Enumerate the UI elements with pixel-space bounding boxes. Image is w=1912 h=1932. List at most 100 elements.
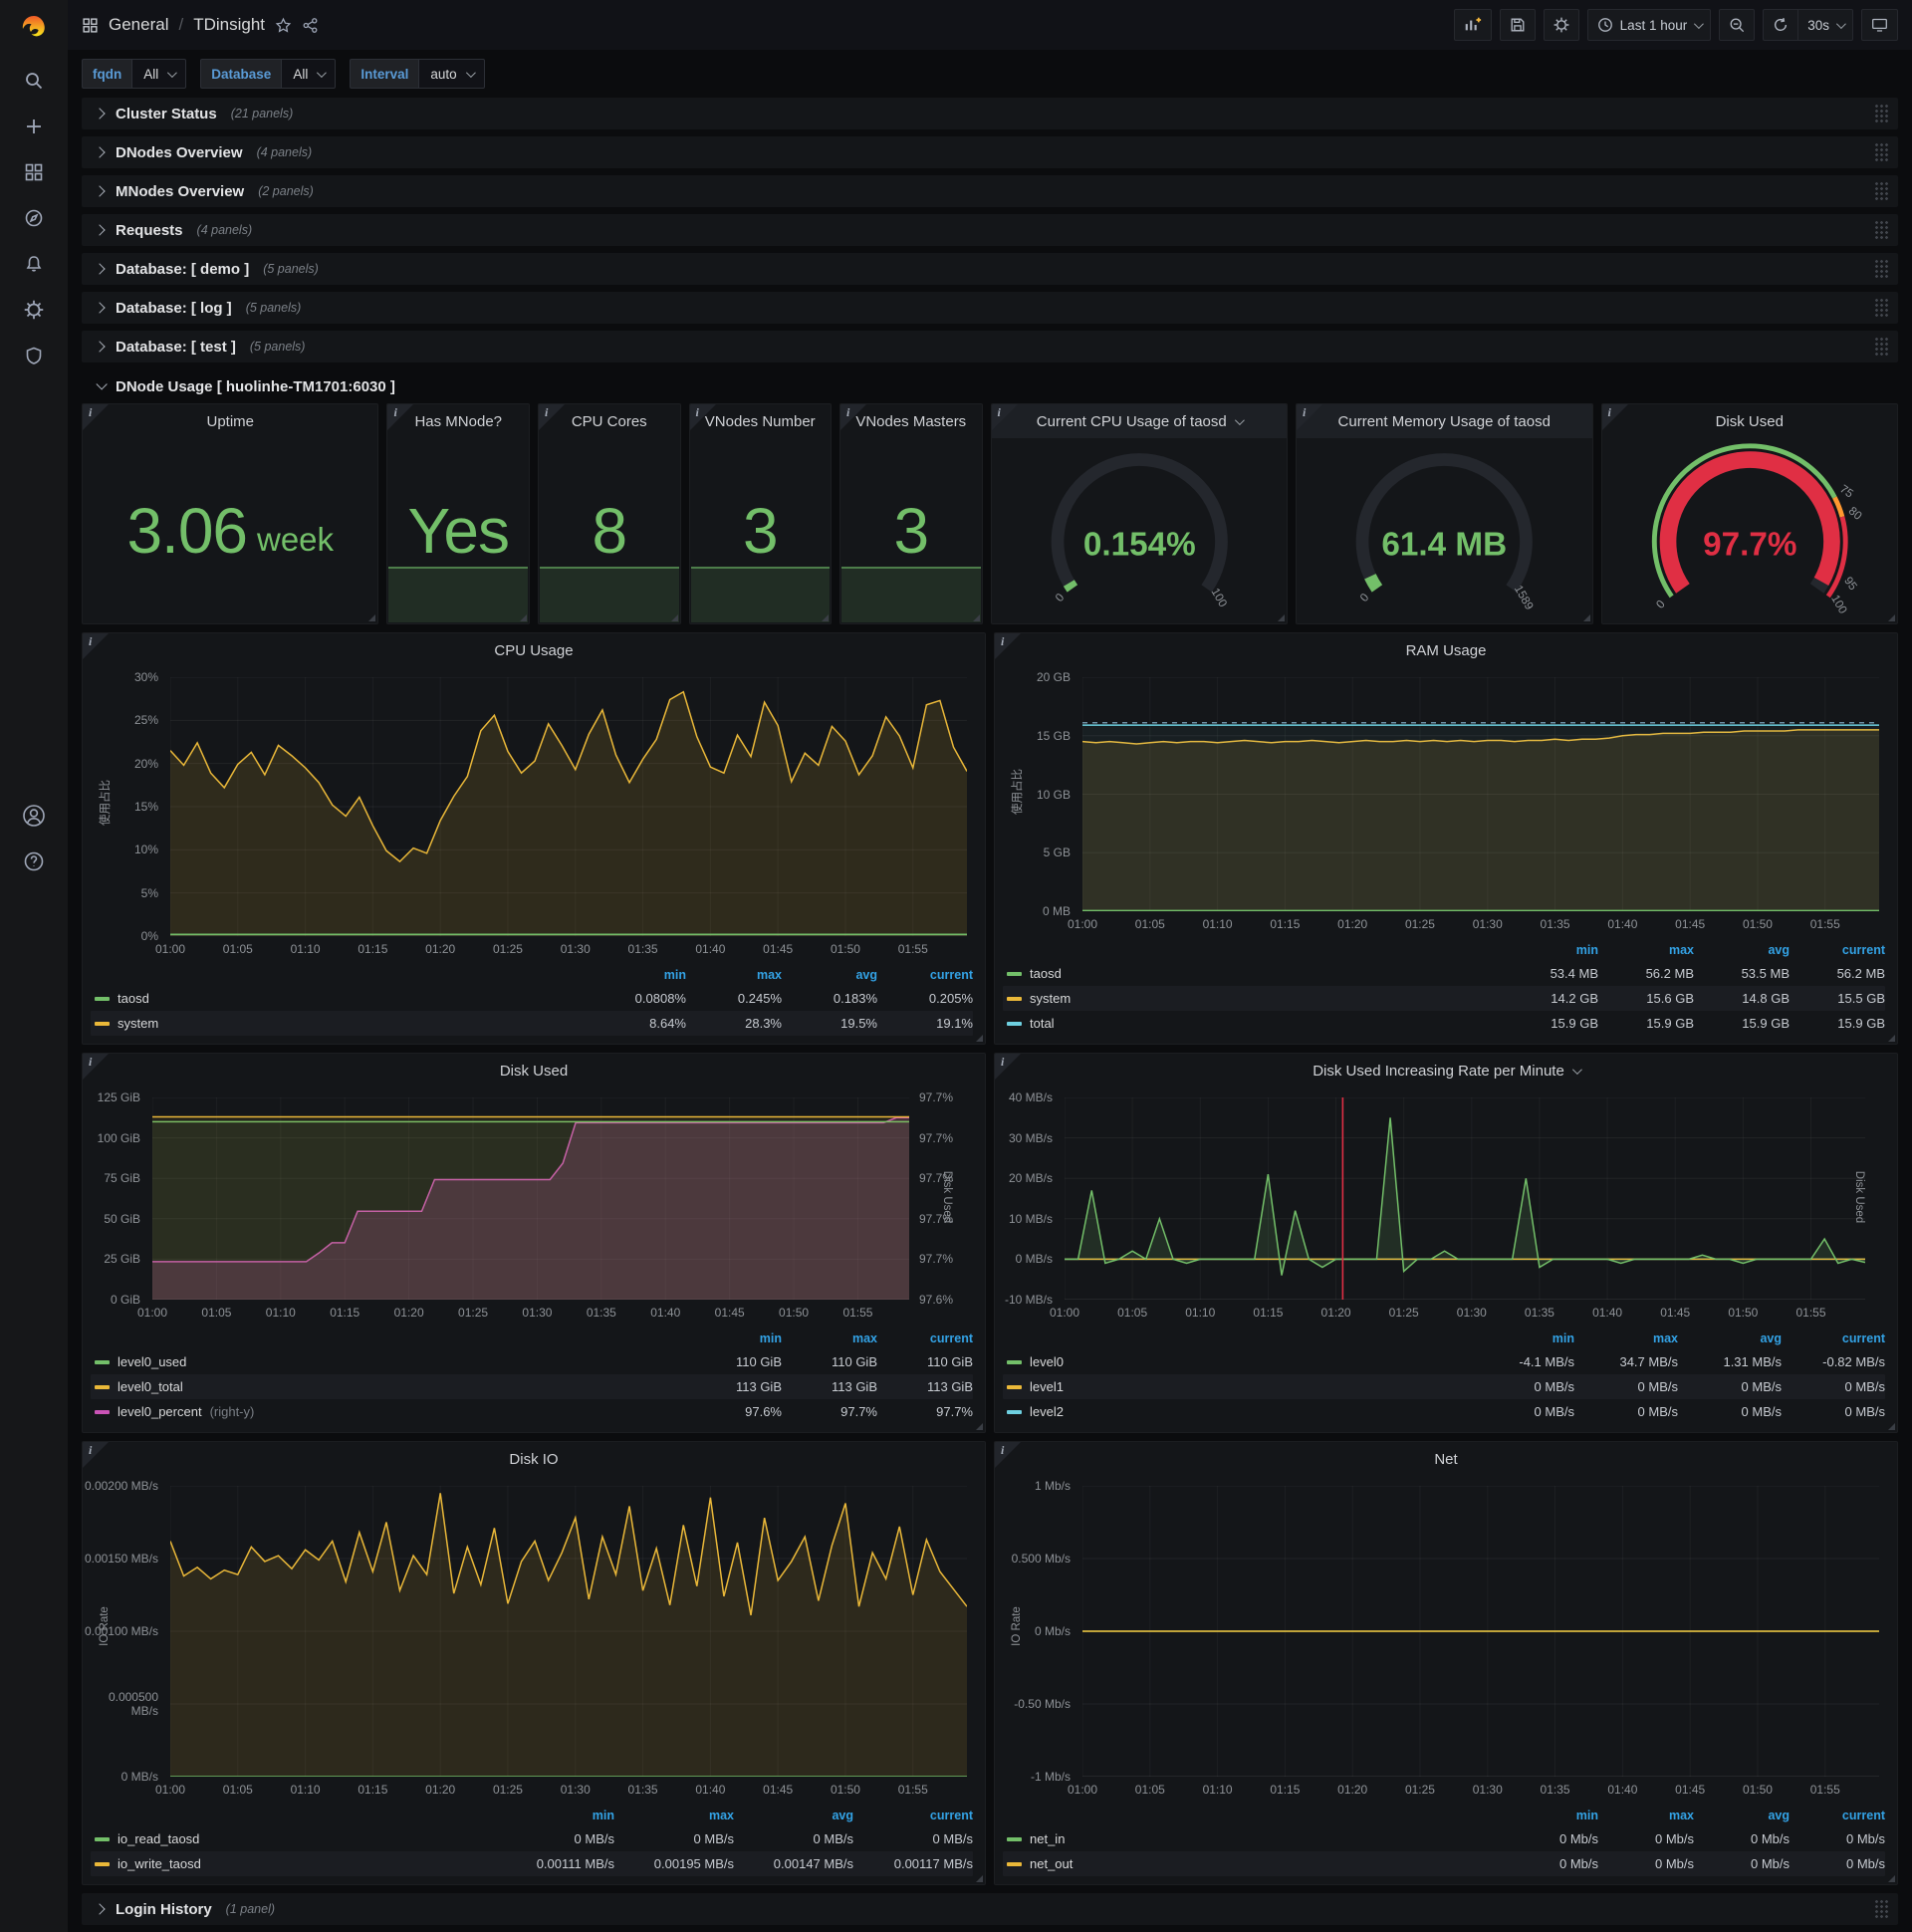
legend-series-toggle[interactable]: io_read_taosd xyxy=(91,1831,495,1846)
panel-title[interactable]: CPU Usage xyxy=(83,633,985,667)
legend-series-toggle[interactable]: system xyxy=(91,1016,591,1031)
chart-plot-area[interactable]: 0.00200 MB/s 0.00150 MB/s 0.00100 MB/s 0.00… xyxy=(83,1476,985,1803)
panel-title[interactable]: Disk Used xyxy=(1602,404,1898,438)
dashboard-row-collapsed[interactable]: MNodes Overview (2 panels) xyxy=(82,175,1898,207)
panel-title[interactable]: Current Memory Usage of taosd xyxy=(1297,404,1592,438)
legend-column-current[interactable]: current xyxy=(853,1809,973,1822)
dashboard-row-collapsed[interactable]: DNodes Overview (4 panels) xyxy=(82,136,1898,168)
panel-info-icon[interactable]: i xyxy=(1601,404,1628,430)
legend-column-max[interactable]: max xyxy=(1598,943,1694,957)
legend-column-avg[interactable]: avg xyxy=(1694,943,1790,957)
dashboard-grid-icon[interactable] xyxy=(82,17,99,34)
panel-title[interactable]: Disk Used xyxy=(83,1054,985,1087)
legend-column-avg[interactable]: avg xyxy=(782,968,877,982)
legend-column-min[interactable]: min xyxy=(1503,1809,1598,1822)
legend-column-max[interactable]: max xyxy=(1598,1809,1694,1822)
add-panel-button[interactable] xyxy=(1453,9,1492,41)
legend-column-min[interactable]: min xyxy=(1471,1331,1574,1345)
chart-plot-area[interactable]: 125 GiB 100 GiB 75 GiB 50 GiB 25 GiB 0 GiB 97.… xyxy=(83,1087,985,1326)
legend-column-max[interactable]: max xyxy=(686,968,782,982)
chart-canvas[interactable] xyxy=(170,1486,967,1777)
legend-column-min[interactable]: min xyxy=(1503,943,1598,957)
row-drag-handle-icon[interactable] xyxy=(1874,259,1888,279)
legend-column-avg[interactable]: avg xyxy=(1678,1331,1782,1345)
legend-column-min[interactable]: min xyxy=(495,1809,614,1822)
explore-compass-icon[interactable] xyxy=(0,195,68,241)
legend-column-current[interactable]: current xyxy=(1790,1809,1885,1822)
panel-info-icon[interactable]: i xyxy=(689,404,716,430)
panel-info-icon[interactable]: i xyxy=(995,1054,1021,1080)
alerting-bell-icon[interactable] xyxy=(0,241,68,287)
dashboard-row-collapsed[interactable]: Database: [ test ] (5 panels) xyxy=(82,331,1898,362)
chart-canvas[interactable] xyxy=(170,677,967,936)
panel-title[interactable]: Uptime xyxy=(83,404,377,438)
configuration-gear-icon[interactable] xyxy=(0,287,68,333)
row-drag-handle-icon[interactable] xyxy=(1874,104,1888,123)
panel-title[interactable]: Net xyxy=(995,1442,1897,1476)
refresh-button[interactable] xyxy=(1763,9,1798,41)
legend-column-max[interactable]: max xyxy=(614,1809,734,1822)
chart-canvas[interactable] xyxy=(1082,1486,1879,1777)
zoom-out-button[interactable] xyxy=(1719,9,1756,41)
grafana-logo-icon[interactable] xyxy=(0,0,68,58)
panel-info-icon[interactable]: i xyxy=(83,633,109,659)
time-range-picker[interactable]: Last 1 hour xyxy=(1586,9,1712,41)
legend-column-max[interactable]: max xyxy=(782,1331,877,1345)
server-admin-shield-icon[interactable] xyxy=(0,333,68,378)
breadcrumb-title[interactable]: TDinsight xyxy=(193,15,265,35)
legend-series-toggle[interactable]: level1 xyxy=(1003,1379,1471,1394)
legend-series-toggle[interactable]: level0_total xyxy=(91,1379,686,1394)
row-drag-handle-icon[interactable] xyxy=(1874,337,1888,357)
panel-info-icon[interactable]: i xyxy=(539,404,565,430)
search-icon[interactable] xyxy=(0,58,68,104)
dashboard-settings-button[interactable] xyxy=(1543,9,1579,41)
panel-info-icon[interactable]: i xyxy=(995,1442,1021,1468)
legend-column-current[interactable]: current xyxy=(1782,1331,1885,1345)
cycle-view-mode-button[interactable] xyxy=(1861,9,1898,41)
legend-column-current[interactable]: current xyxy=(877,1331,973,1345)
panel-title[interactable]: RAM Usage xyxy=(995,633,1897,667)
chart-canvas[interactable] xyxy=(1082,677,1879,911)
dashboard-row-collapsed[interactable]: Requests (4 panels) xyxy=(82,214,1898,246)
legend-series-toggle[interactable]: total xyxy=(1003,1016,1503,1031)
variable-interval-value[interactable]: auto xyxy=(418,59,485,89)
chart-plot-area[interactable]: 40 MB/s 30 MB/s 20 MB/s 10 MB/s 0 MB/s -10 MB… xyxy=(995,1087,1897,1326)
share-icon[interactable] xyxy=(302,17,319,34)
row-drag-handle-icon[interactable] xyxy=(1874,181,1888,201)
save-dashboard-button[interactable] xyxy=(1499,9,1536,41)
help-icon[interactable] xyxy=(0,839,68,884)
panel-info-icon[interactable]: i xyxy=(83,404,109,430)
legend-series-toggle[interactable]: taosd xyxy=(91,991,591,1006)
chart-plot-area[interactable]: 30% 25% 20% 15% 10% 5% 0% 01:00 01:05 01:10 01:15 0… xyxy=(83,667,985,962)
refresh-interval-button[interactable]: 30s xyxy=(1797,9,1853,41)
row-drag-handle-icon[interactable] xyxy=(1874,1899,1888,1919)
legend-series-toggle[interactable]: taosd xyxy=(1003,966,1503,981)
legend-series-toggle[interactable]: level0_percent (right-y) xyxy=(91,1404,686,1419)
panel-info-icon[interactable]: i xyxy=(1297,404,1322,430)
legend-column-min[interactable]: min xyxy=(591,968,686,982)
dashboard-row-collapsed[interactable]: Login History (1 panel) xyxy=(82,1893,1898,1925)
dashboard-row-collapsed[interactable]: Database: [ demo ] (5 panels) xyxy=(82,253,1898,285)
legend-series-toggle[interactable]: net_in xyxy=(1003,1831,1503,1846)
chart-plot-area[interactable]: 20 GB 15 GB 10 GB 5 GB 0 MB 01:00 01:05 01:10 01… xyxy=(995,667,1897,937)
legend-series-toggle[interactable]: level0_used xyxy=(91,1354,686,1369)
create-plus-icon[interactable] xyxy=(0,104,68,149)
dashboard-row-collapsed[interactable]: Database: [ log ] (5 panels) xyxy=(82,292,1898,324)
user-avatar-icon[interactable] xyxy=(0,793,68,839)
chart-canvas[interactable] xyxy=(152,1097,909,1300)
chart-canvas[interactable] xyxy=(1065,1097,1865,1300)
breadcrumb-section[interactable]: General xyxy=(109,15,168,35)
panel-title[interactable]: Current CPU Usage of taosd xyxy=(991,404,1287,438)
legend-series-toggle[interactable]: io_write_taosd xyxy=(91,1856,495,1871)
dashboards-icon[interactable] xyxy=(0,149,68,195)
chart-plot-area[interactable]: 1 Mb/s 0.500 Mb/s 0 Mb/s -0.50 Mb/s -1 Mb/s 0… xyxy=(995,1476,1897,1803)
panel-info-icon[interactable]: i xyxy=(83,1442,109,1468)
panel-info-icon[interactable]: i xyxy=(995,633,1021,659)
legend-series-toggle[interactable]: system xyxy=(1003,991,1503,1006)
row-drag-handle-icon[interactable] xyxy=(1874,220,1888,240)
panel-title[interactable]: Disk Used Increasing Rate per Minute xyxy=(995,1054,1897,1087)
variable-database-value[interactable]: All xyxy=(281,59,337,89)
legend-column-min[interactable]: min xyxy=(686,1331,782,1345)
legend-series-toggle[interactable]: level2 xyxy=(1003,1404,1471,1419)
row-drag-handle-icon[interactable] xyxy=(1874,142,1888,162)
